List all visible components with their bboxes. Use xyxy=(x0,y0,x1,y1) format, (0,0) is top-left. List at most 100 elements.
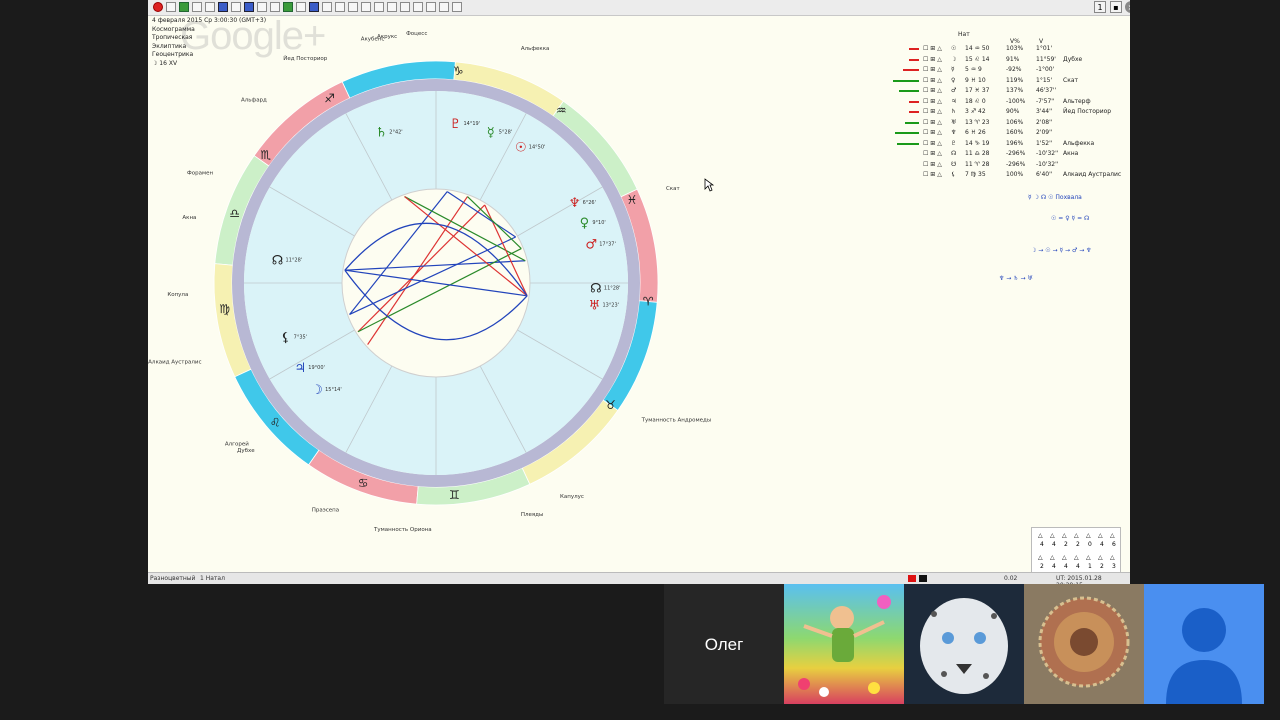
toolbar-button-icon[interactable] xyxy=(192,2,202,12)
row-star: Акна xyxy=(1063,150,1079,157)
toolbar-button-icon[interactable] xyxy=(205,2,215,12)
planet-degree-label: 2°42' xyxy=(389,130,402,136)
participant-oleg-tile[interactable]: Олег xyxy=(664,584,784,704)
row-icons: ☐ ⊞ △ xyxy=(923,108,942,115)
row-star: Скат xyxy=(1063,76,1078,84)
toolbar-button-icon[interactable] xyxy=(218,2,228,12)
toolbar-button-icon[interactable] xyxy=(270,2,280,12)
row-speed: -10'32'' xyxy=(1036,160,1059,168)
toolbar-button-icon[interactable] xyxy=(179,2,189,12)
row-percent: -100% xyxy=(1006,97,1026,105)
row-icons: ☐ ⊞ △ xyxy=(923,118,942,126)
natal-chart-wheel[interactable]: ♐ ♑ ♒ ♓ ♈ ♉ ♊ ♋ ♌ ♍ ♎ ♏ ♇ 14°19' ♄ 2°42' ☿ 5°28'☉ 14°50' ♆… xyxy=(148,15,748,535)
toolbar-button-icon[interactable] xyxy=(413,2,423,12)
row-percent: 100% xyxy=(1006,171,1024,178)
toolbar-button-icon[interactable] xyxy=(231,2,241,12)
toolbar-button-icon[interactable] xyxy=(387,2,397,12)
planet-row[interactable]: ☐ ⊞ △ ♅ 13 ♈ 23 106% 2'08'' xyxy=(903,118,1128,128)
minimize-icon[interactable]: ▪ xyxy=(1110,1,1122,13)
aspect-type-icon: △ xyxy=(1050,554,1055,561)
planet-row[interactable]: ☐ ⊞ △ ☿ 5 ♒ 9 -92% -1°00' xyxy=(903,65,1128,75)
counter-field[interactable]: 1 xyxy=(1094,1,1106,13)
toolbar-button-icon[interactable] xyxy=(322,2,332,12)
planet-row[interactable]: ☐ ⊞ △ ♇ 14 ♑ 19 196% 1'52'' Альфекка xyxy=(897,139,1128,149)
planet-row[interactable]: ☐ ⊞ △ ⚸ 7 ♍ 35 100% 6'40'' Алкаид Аустралис xyxy=(903,170,1128,180)
planet-glyph: ☿ xyxy=(487,126,495,141)
row-speed: 2'08'' xyxy=(1036,118,1053,126)
row-icons: ☐ ⊞ △ xyxy=(923,139,942,147)
planet-degree-label: 7°35' xyxy=(294,335,307,341)
row-percent: 91% xyxy=(1006,55,1020,63)
planet-row[interactable]: ☐ ⊞ △ ☉ 14 ♒ 50 103% 1°01' xyxy=(903,44,1128,54)
fixed-star-label: Алкаид Аустралис xyxy=(148,360,201,366)
planet-chain-line: ☉ = ♀ ☿ = ☊ xyxy=(1051,215,1090,222)
toolbar-button-icon[interactable] xyxy=(166,2,176,12)
aspect-count: 1 xyxy=(1088,563,1092,570)
toolbar-button-icon[interactable] xyxy=(400,2,410,12)
toolbar-button-icon[interactable] xyxy=(348,2,358,12)
row-icons: ☐ ⊞ △ xyxy=(923,129,942,136)
planet-row[interactable]: ☐ ⊞ △ ♂ 17 ♓ 37 137% 46'37'' xyxy=(899,86,1128,96)
planet-degree-label: 5°28' xyxy=(499,130,512,136)
toolbar-button-icon[interactable] xyxy=(452,2,462,12)
planet-row[interactable]: ☐ ⊞ △ ☊ 11 ♎ 28 -296% -10'32'' Акна xyxy=(903,149,1128,159)
row-planet-glyph: ♇ xyxy=(951,139,957,147)
strength-bar xyxy=(899,90,919,92)
planet-glyph: ☉ xyxy=(515,140,527,155)
aspect-type-icon: △ xyxy=(1062,554,1067,561)
row-planet-glyph: ☋ xyxy=(951,160,957,168)
strength-bar xyxy=(909,100,919,103)
row-star: Йед Посториор xyxy=(1063,108,1112,115)
toolbar-button-icon[interactable] xyxy=(296,2,306,12)
toolbar-button-icon[interactable] xyxy=(153,2,163,12)
planet-row[interactable]: ☐ ⊞ △ ♃ 18 ♌ 0 -100% -7'57'' Альтерф xyxy=(903,97,1128,107)
planet-row[interactable]: ☐ ⊞ △ ☋ 11 ♈ 28 -296% -10'32'' xyxy=(903,160,1128,170)
participant-avatar-default[interactable] xyxy=(1144,584,1264,704)
aspect-count: 0 xyxy=(1088,541,1092,548)
participant-avatar-snow-leopard[interactable] xyxy=(904,584,1024,704)
planet-row[interactable]: ☐ ⊞ △ ♆ 6 ♓ 26 160% 2'09'' xyxy=(895,128,1128,138)
fixed-star-label: Алгорей xyxy=(225,441,249,448)
row-speed: 2'09'' xyxy=(1036,129,1053,136)
participant-avatar-mosaic[interactable] xyxy=(1024,584,1144,704)
aspect-type-icon: △ xyxy=(1074,554,1079,561)
planet-chain-line: ☽ → ☉ → ☿ → ♂ → ♆ xyxy=(1031,247,1092,254)
toolbar-button-icon[interactable] xyxy=(361,2,371,12)
fixed-star-label: Капулус xyxy=(560,494,584,500)
participant-avatar-cartoon-girl[interactable] xyxy=(784,584,904,704)
row-planet-glyph: ♆ xyxy=(951,129,957,136)
row-position: 11 ♎ 28 xyxy=(965,150,990,157)
planet-row[interactable]: ☐ ⊞ △ ☽ 15 ♌ 14 91% 11°59' Дубхе xyxy=(903,55,1128,65)
toolbar-button-icon[interactable] xyxy=(426,2,436,12)
planet-glyph: ☽ xyxy=(311,383,323,398)
toolbar-button-icon[interactable] xyxy=(244,2,254,12)
toolbar-button-icon[interactable] xyxy=(283,2,293,12)
aspect-type-icon: △ xyxy=(1098,532,1103,539)
close-icon[interactable]: × xyxy=(1125,1,1130,13)
row-percent: 119% xyxy=(1006,76,1024,84)
planet-glyph: ♆ xyxy=(569,196,581,211)
toolbar-button-icon[interactable] xyxy=(257,2,267,12)
row-position: 17 ♓ 37 xyxy=(965,87,990,94)
toolbar-button-icon[interactable] xyxy=(439,2,449,12)
planet-row[interactable]: ☐ ⊞ △ ♀ 9 ♓ 10 119% 1°15' Скат xyxy=(893,76,1128,86)
toolbar-button-icon[interactable] xyxy=(335,2,345,12)
planet-glyph: ☊ xyxy=(590,282,602,297)
status-chart-mode[interactable]: 1 Натал xyxy=(200,575,225,582)
status-color-mode[interactable]: Разноцветный xyxy=(150,575,195,582)
fixed-star-label: Альфард xyxy=(241,98,267,104)
row-speed: 11°59' xyxy=(1036,55,1056,63)
row-star: Дубхе xyxy=(1063,55,1083,63)
row-percent: 106% xyxy=(1006,118,1024,126)
row-planet-glyph: ♃ xyxy=(951,97,957,105)
row-position: 13 ♈ 23 xyxy=(965,118,990,126)
row-speed: 46'37'' xyxy=(1036,87,1057,94)
toolbar-button-icon[interactable] xyxy=(309,2,319,12)
row-percent: -296% xyxy=(1006,160,1026,168)
strength-bar xyxy=(905,121,919,124)
row-percent: -92% xyxy=(1006,66,1022,73)
planet-glyph: ☊ xyxy=(272,254,284,269)
row-icons: ☐ ⊞ △ xyxy=(923,45,942,52)
planet-row[interactable]: ☐ ⊞ △ ♄ 3 ♐ 42 90% 3'44'' Йед Посториор xyxy=(903,107,1128,117)
toolbar-button-icon[interactable] xyxy=(374,2,384,12)
